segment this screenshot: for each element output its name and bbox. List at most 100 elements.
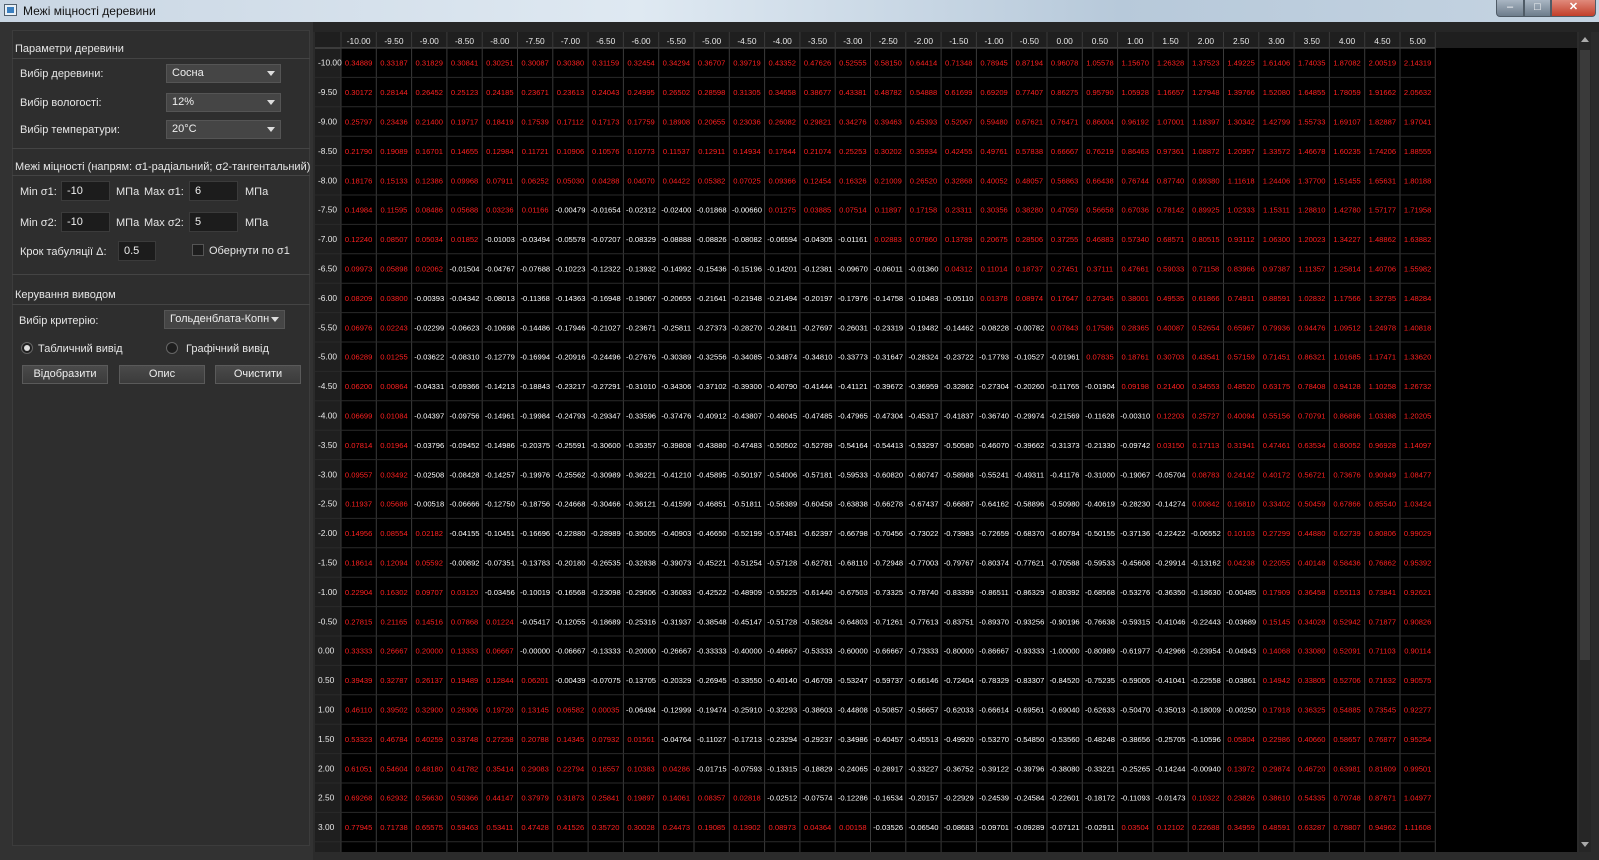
table-cell: 0.54888 [910,88,937,97]
table-cell: -0.19976 [520,470,550,479]
min-s2-input[interactable]: -10 [61,212,110,232]
table-cell: -0.13315 [767,764,797,773]
criterion-select[interactable]: Гольденблата-Копн [164,310,285,329]
table-cell: -0.73022 [908,529,938,538]
description-button[interactable]: Опис [119,365,205,384]
table-cell: -0.20375 [520,441,550,450]
table-cell: 0.27299 [1263,529,1290,538]
table-cell: 1.34227 [1333,235,1360,244]
table-cell: 1.52080 [1263,88,1290,97]
table-cell: -0.53297 [908,441,938,450]
table-cell: -0.10451 [485,529,515,538]
table-cell: 0.01852 [451,235,478,244]
table-cell: -0.41837 [944,412,974,421]
table-cell: -0.14213 [485,382,515,391]
table-cell: -0.34810 [803,353,833,362]
table-cell: 0.87194 [1016,59,1043,68]
table-cell: -0.08683 [944,823,974,832]
table-cell: 0.08974 [1016,294,1043,303]
table-cell: 0.12203 [1157,412,1184,421]
table-cell: 0.61699 [945,88,972,97]
close-button[interactable]: ✕ [1551,0,1596,17]
params-separator [12,58,310,59]
table-cell: 0.17759 [627,118,654,127]
limits-section-title: Межі міцності (напрям: σ1-радіальний; σ2… [15,161,311,173]
max-s1-input[interactable]: 6 [189,181,238,201]
table-cell: 0.44147 [486,794,513,803]
table-cell: -0.29914 [1156,559,1186,568]
table-cell: 0.30172 [345,88,372,97]
max-s2-input[interactable]: 5 [189,212,238,232]
table-cell: -0.06667 [555,647,585,656]
step-input[interactable]: 0.5 [118,241,156,261]
table-cell: -0.80392 [1050,588,1080,597]
table-cell: 0.94962 [1369,823,1396,832]
table-output-radio[interactable] [21,342,33,354]
column-header: -2.50 [879,36,898,46]
table-cell: -0.36959 [908,382,938,391]
minimize-button[interactable]: – [1496,0,1524,17]
table-cell: 0.29083 [521,764,548,773]
scroll-down-icon[interactable] [1581,842,1589,847]
table-cell: -0.30389 [661,353,691,362]
table-cell: -0.06494 [626,706,656,715]
table-cell: 0.95392 [1404,559,1431,568]
table-cell: 0.47428 [521,823,548,832]
table-cell: 0.21790 [345,147,372,156]
maximize-button[interactable]: □ [1524,0,1551,17]
table-cell: 0.34658 [769,88,796,97]
table-cell: 0.62932 [380,794,407,803]
table-cell: -0.73333 [908,647,938,656]
table-cell: 1.11608 [1404,823,1431,832]
table-cell: 0.46720 [1298,764,1325,773]
table-cell: -0.14462 [944,323,974,332]
table-cell: 0.38280 [1016,206,1043,215]
table-cell: 0.52091 [1333,647,1360,656]
temperature-select[interactable]: 20°C [166,120,281,139]
output-separator [12,304,310,305]
table-cell: 0.07860 [910,235,937,244]
table-cell: -0.01360 [908,265,938,274]
table-cell: 1.17471 [1369,353,1396,362]
table-cell: -0.12750 [485,500,515,509]
table-cell: -0.51811 [732,500,761,509]
table-cell: 0.71158 [1192,265,1219,274]
table-cell: -0.39073 [661,559,691,568]
table-cell: -0.12381 [803,265,833,274]
graph-output-radio[interactable] [166,342,178,354]
table-cell: 1.32735 [1369,294,1396,303]
table-cell: 0.08209 [345,294,372,303]
column-header: 4.50 [1374,36,1391,46]
table-cell: 0.00864 [380,382,407,391]
table-cell: 0.71451 [1263,353,1290,362]
table-cell: 1.24978 [1369,323,1396,332]
moisture-select[interactable]: 12% [166,93,281,112]
min-s1-input[interactable]: -10 [61,181,110,201]
table-cell: -0.60000 [838,647,868,656]
table-cell: -0.22601 [1050,794,1080,803]
column-header: -7.00 [561,36,580,46]
table-cell: -0.79767 [944,559,974,568]
invert-checkbox[interactable] [192,244,204,256]
scroll-up-icon[interactable] [1581,37,1589,42]
table-cell: -0.50580 [944,441,974,450]
clear-button[interactable]: Очистити [215,365,301,384]
table-cell: 0.05686 [380,500,407,509]
wood-select[interactable]: Сосна [166,64,281,83]
table-cell: -0.28917 [873,764,903,773]
table-cell: 0.14516 [416,617,443,626]
scrollbar-thumb[interactable] [1580,50,1590,660]
table-cell: -0.04305 [803,235,833,244]
table-cell: -0.10527 [1014,353,1044,362]
table-cell: 0.04286 [663,764,690,773]
temperature-select-value: 20°C [172,123,197,135]
table-cell: 0.00035 [592,706,619,715]
column-header: 1.00 [1127,36,1144,46]
show-button[interactable]: Відобразити [22,365,108,384]
table-cell: -0.20000 [626,647,656,656]
table-cell: -0.37476 [661,412,691,421]
table-cell: 0.21074 [804,147,831,156]
table-cell: 0.01224 [486,617,513,626]
table-cell: -0.00479 [555,206,585,215]
results-table[interactable]: -10.00 -9.50 -9.00 -8.50 -8.00 -7.50 -7.00 -6.5… [315,32,1577,852]
